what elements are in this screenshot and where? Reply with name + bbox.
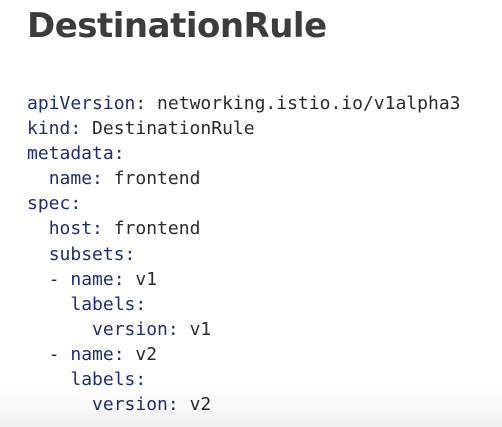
code-indent: - — [27, 343, 71, 365]
yaml-key: labels: — [70, 293, 147, 315]
code-line: metadata: — [27, 141, 461, 166]
yaml-key: name: — [48, 168, 103, 190]
yaml-key: kind: — [27, 118, 82, 140]
code-line: version: v1 — [27, 317, 461, 342]
yaml-value: v1 — [124, 268, 158, 290]
yaml-key: name: — [70, 268, 125, 290]
code-line: spec: — [27, 191, 461, 216]
yaml-value: networking.istio.io/v1alpha3 — [146, 93, 461, 114]
yaml-key: apiVersion: — [27, 93, 147, 114]
slide: DestinationRule apiVersion: networking.i… — [0, 0, 502, 427]
yaml-code-block: apiVersion: networking.istio.io/v1alpha3… — [27, 91, 461, 417]
code-line: kind: DestinationRule — [27, 116, 461, 141]
slide-title: DestinationRule — [27, 6, 327, 46]
yaml-value: frontend — [102, 168, 201, 190]
yaml-key: version: — [92, 318, 179, 340]
code-line: labels: — [27, 292, 461, 317]
yaml-value: v1 — [178, 318, 212, 340]
yaml-value: frontend — [102, 218, 201, 240]
yaml-key: name: — [70, 343, 125, 365]
yaml-key: spec: — [27, 193, 82, 215]
yaml-key: metadata: — [27, 143, 125, 165]
code-line: - name: v2 — [27, 342, 461, 367]
code-line: subsets: — [27, 242, 461, 267]
code-line: host: frontend — [27, 216, 461, 241]
yaml-key: host: — [48, 218, 103, 240]
bottom-shadow — [0, 387, 502, 427]
code-indent: - — [27, 268, 71, 290]
yaml-value: v2 — [124, 343, 158, 365]
code-line: - name: v1 — [27, 267, 461, 292]
code-line: apiVersion: networking.istio.io/v1alpha3 — [27, 91, 461, 116]
yaml-value: DestinationRule — [81, 118, 255, 140]
code-line: name: frontend — [27, 166, 461, 191]
yaml-key: subsets: — [48, 243, 136, 265]
